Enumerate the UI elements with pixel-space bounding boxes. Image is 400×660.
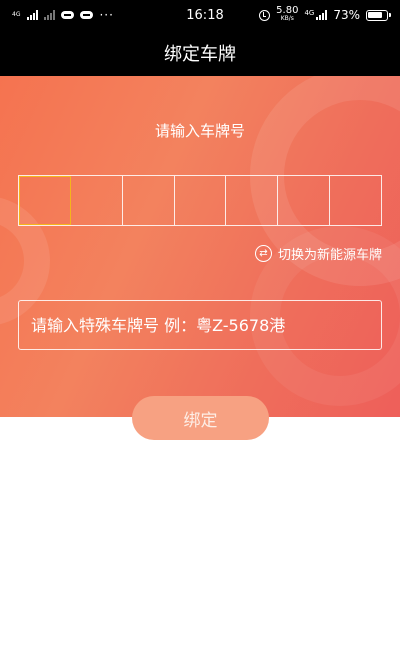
plate-input-row <box>18 175 382 226</box>
plate-cell-7[interactable] <box>330 176 381 225</box>
switch-label: 切换为新能源车牌 <box>277 248 382 263</box>
network-speed-value: 5.80 <box>276 5 299 16</box>
special-plate-input[interactable] <box>18 300 382 350</box>
cellular-signal-icon <box>316 10 328 20</box>
status-bar: 4G ··· 16:18 5.80 KB/s 4G 73% <box>0 0 400 30</box>
network-speed: 5.80 KB/s <box>276 5 299 23</box>
plate-cell-4[interactable] <box>175 176 227 225</box>
status-time: 16:18 <box>186 7 224 23</box>
plate-cell-1[interactable] <box>19 176 71 225</box>
alarm-icon <box>259 9 271 21</box>
signal-strength-icon <box>27 10 39 20</box>
plate-entry-panel: 请输入车牌号 ⇄ 切换为新能源车牌 <box>0 76 400 417</box>
notification-app-icon <box>61 11 75 19</box>
network-type: 4G <box>304 9 315 17</box>
signal-label: 4G <box>12 11 21 18</box>
more-notifications-icon: ··· <box>99 8 114 22</box>
plate-prompt: 请输入车牌号 <box>154 122 245 140</box>
bind-button[interactable]: 绑定 <box>132 396 269 440</box>
battery-percent: 73% <box>333 8 360 22</box>
status-right: 5.80 KB/s 4G 73% <box>238 5 391 23</box>
notification-app-icon-2 <box>80 11 94 19</box>
signal-strength-secondary-icon <box>44 10 56 20</box>
page-title: 绑定车牌 <box>164 44 236 65</box>
battery-icon <box>366 9 391 21</box>
plate-cell-5[interactable] <box>226 176 279 225</box>
plate-cell-6[interactable] <box>278 176 331 225</box>
plate-cell-3[interactable] <box>123 176 175 225</box>
swap-icon: ⇄ <box>254 245 272 262</box>
status-left: 4G ··· <box>12 8 162 22</box>
switch-new-energy-plate-link[interactable]: ⇄ 切换为新能源车牌 <box>254 244 382 263</box>
network-speed-unit: KB/s <box>280 15 294 22</box>
title-bar: 绑定车牌 <box>0 30 400 76</box>
screen: 4G ··· 16:18 5.80 KB/s 4G 73% 绑定车牌 请输入车牌… <box>0 0 400 660</box>
plate-cell-2[interactable] <box>71 176 123 225</box>
